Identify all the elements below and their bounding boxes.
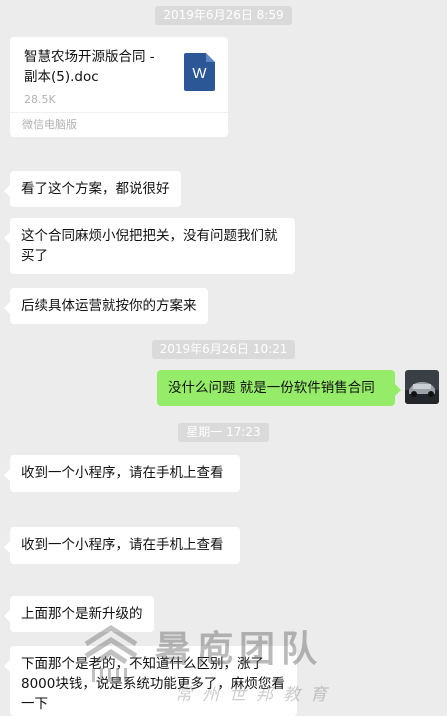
message-bubble[interactable]: 看了这个方案，都说很好 (4, 171, 181, 207)
file-message[interactable]: 智慧农场开源版合同 - 副本(5).doc 28.5K W 微信电脑版 (10, 37, 228, 137)
file-size: 28.5K (24, 93, 56, 106)
file-name: 智慧农场开源版合同 - 副本(5).doc (24, 49, 155, 85)
mini-program-message[interactable]: 收到一个小程序，请在手机上查看 (4, 455, 240, 492)
message-bubble-sent[interactable]: 没什么问题 就是一份软件销售合同 (157, 370, 401, 406)
word-doc-icon: W (184, 53, 215, 91)
message-bubble[interactable]: 下面那个是老的，不知道什么区别，涨了8000块钱，说是系统功能更多了，麻烦您看一… (4, 646, 297, 716)
avatar[interactable] (405, 370, 439, 404)
message-bubble[interactable]: 后续具体运营就按你的方案来 (4, 288, 208, 324)
mini-program-message[interactable]: 收到一个小程序，请在手机上查看 (4, 527, 240, 564)
message-bubble[interactable]: 上面那个是新升级的 (4, 596, 154, 632)
message-bubble[interactable]: 这个合同麻烦小倪把把关，没有问题我们就买了 (4, 218, 295, 274)
timestamp: 2019年6月26日 10:21 (0, 340, 447, 359)
timestamp: 星期一 17:23 (0, 423, 447, 442)
file-source: 微信电脑版 (10, 112, 228, 137)
timestamp: 2019年6月26日 8:59 (0, 6, 447, 25)
